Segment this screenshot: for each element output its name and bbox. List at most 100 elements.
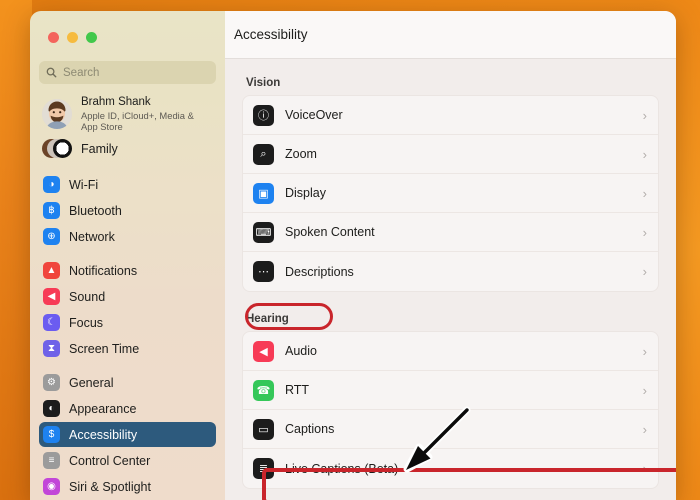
voiceover-icon: ⓘ bbox=[253, 104, 274, 126]
siri-icon: ◉ bbox=[43, 478, 60, 495]
chevron-right-icon: › bbox=[642, 107, 647, 123]
sidebar-nav: ◑ Wi-Fi ฿ Bluetooth ⊕ Network ▲ Notifications ◀ S… bbox=[30, 172, 225, 499]
chevron-right-icon: › bbox=[642, 224, 647, 240]
sidebar-item-accessibility[interactable]: $ Accessibility bbox=[39, 422, 216, 447]
sidebar-item-focus[interactable]: ☾ Focus bbox=[39, 310, 216, 335]
settings-row-label: Descriptions bbox=[285, 264, 354, 279]
display-monitor-icon: ▣ bbox=[253, 182, 274, 204]
settings-row-label: Audio bbox=[285, 344, 317, 358]
content-pane: Accessibility Vision ⓘ VoiceOver › ⌕ Zoom › ▣ Di… bbox=[225, 11, 676, 500]
settings-row-label: Spoken Content bbox=[285, 225, 375, 239]
notifications-bell-icon: ▲ bbox=[43, 262, 60, 279]
settings-row-label: VoiceOver bbox=[285, 108, 343, 122]
profile-name: Brahm Shank bbox=[81, 96, 151, 109]
sidebar-item-family[interactable]: Family bbox=[30, 135, 225, 163]
sound-speaker-icon: ◀ bbox=[43, 288, 60, 305]
sidebar-item-general[interactable]: ⚙ General bbox=[39, 370, 216, 395]
sidebar-item-label: Accessibility bbox=[69, 427, 138, 442]
chevron-right-icon: › bbox=[642, 343, 647, 359]
bluetooth-icon: ฿ bbox=[43, 202, 60, 219]
sidebar-item-label: Bluetooth bbox=[69, 203, 122, 218]
spoken-content-icon: ⌨ bbox=[253, 221, 274, 243]
sidebar-group-1: ▲ Notifications ◀ Sound ☾ Focus ⧗ Screen Time bbox=[30, 258, 225, 361]
search-input[interactable]: Search bbox=[39, 61, 216, 84]
network-globe-icon: ⊕ bbox=[43, 228, 60, 245]
sidebar-item-label: General bbox=[69, 375, 114, 390]
sidebar-item-label: Appearance bbox=[69, 401, 137, 416]
settings-row-label: Display bbox=[285, 186, 326, 200]
focus-moon-icon: ☾ bbox=[43, 314, 60, 331]
chevron-right-icon: › bbox=[642, 146, 647, 162]
settings-panel: Vision ⓘ VoiceOver › ⌕ Zoom › ▣ Display › ⌨ Spoken … bbox=[225, 59, 676, 489]
settings-row-voiceover[interactable]: ⓘ VoiceOver › bbox=[243, 96, 658, 135]
sidebar: Search Brahm Shank Apple ID, iCloud+, Me… bbox=[30, 11, 225, 500]
section-hearing: Hearing ◀ Audio › ☎ RTT › ▭ Captions › ≣ Live Capti… bbox=[242, 303, 659, 489]
accessibility-icon: $ bbox=[43, 426, 60, 443]
control-center-toggles-icon: ≡ bbox=[43, 452, 60, 469]
section-vision: Vision ⓘ VoiceOver › ⌕ Zoom › ▣ Display › ⌨ Spoken … bbox=[242, 73, 659, 292]
live-captions-icon: ≣ bbox=[253, 458, 274, 479]
section-heading: Vision bbox=[246, 77, 281, 89]
settings-row-label: Live Captions (Beta) bbox=[285, 461, 399, 476]
chevron-right-icon: › bbox=[642, 185, 647, 201]
sidebar-item-label: Siri & Spotlight bbox=[69, 479, 151, 494]
sidebar-item-label: Wi-Fi bbox=[69, 177, 99, 192]
settings-row-descriptions[interactable]: ⋯ Descriptions › bbox=[243, 252, 658, 291]
settings-card: ⓘ VoiceOver › ⌕ Zoom › ▣ Display › ⌨ Spoken Conten… bbox=[242, 95, 659, 292]
sidebar-item-label-family: Family bbox=[81, 142, 118, 156]
general-gear-icon: ⚙ bbox=[43, 374, 60, 391]
sidebar-item-notifications[interactable]: ▲ Notifications bbox=[39, 258, 216, 283]
page-title: Accessibility bbox=[234, 27, 308, 42]
apple-id-profile-row[interactable]: Brahm Shank Apple ID, iCloud+, Media & A… bbox=[30, 91, 225, 135]
settings-row-label: Zoom bbox=[285, 147, 317, 161]
minimize-button[interactable] bbox=[67, 32, 78, 43]
content-header: Accessibility bbox=[225, 11, 676, 59]
sidebar-item-appearance[interactable]: ◐ Appearance bbox=[39, 396, 216, 421]
screen-time-hourglass-icon: ⧗ bbox=[43, 340, 60, 357]
settings-row-spoken-content[interactable]: ⌨ Spoken Content › bbox=[243, 213, 658, 252]
settings-row-captions[interactable]: ▭ Captions › bbox=[243, 410, 658, 449]
sidebar-item-control-center[interactable]: ≡ Control Center bbox=[39, 448, 216, 473]
settings-row-label: Captions bbox=[285, 422, 335, 436]
settings-row-live-captions-beta[interactable]: ≣ Live Captions (Beta) › bbox=[243, 449, 658, 488]
sidebar-item-label: Notifications bbox=[69, 263, 138, 278]
sidebar-item-label: Screen Time bbox=[69, 341, 140, 356]
sidebar-item-label: Control Center bbox=[69, 453, 151, 468]
chevron-right-icon: › bbox=[642, 421, 647, 437]
sidebar-item-wi-fi[interactable]: ◑ Wi-Fi bbox=[39, 172, 216, 197]
sidebar-item-siri-spotlight[interactable]: ◉ Siri & Spotlight bbox=[39, 474, 216, 499]
descriptions-icon: ⋯ bbox=[253, 261, 274, 282]
zoom-button[interactable] bbox=[86, 32, 97, 43]
rtt-icon: ☎ bbox=[253, 379, 274, 401]
search-icon bbox=[46, 67, 57, 78]
sidebar-item-network[interactable]: ⊕ Network bbox=[39, 224, 216, 249]
sidebar-item-screen-time[interactable]: ⧗ Screen Time bbox=[39, 336, 216, 361]
profile-subtitle: Apple ID, iCloud+, Media & App Store bbox=[81, 109, 194, 132]
settings-row-display[interactable]: ▣ Display › bbox=[243, 174, 658, 213]
settings-row-audio[interactable]: ◀ Audio › bbox=[243, 332, 658, 371]
wifi-icon: ◑ bbox=[43, 176, 60, 193]
audio-speaker-icon: ◀ bbox=[253, 340, 274, 362]
sidebar-item-sound[interactable]: ◀ Sound bbox=[39, 284, 216, 309]
zoom-magnifier-icon: ⌕ bbox=[253, 143, 274, 165]
family-avatars-icon bbox=[42, 138, 72, 160]
system-settings-window: Search Brahm Shank Apple ID, iCloud+, Me… bbox=[30, 11, 676, 500]
settings-row-rtt[interactable]: ☎ RTT › bbox=[243, 371, 658, 410]
sidebar-item-label: Sound bbox=[69, 289, 106, 304]
section-heading: Hearing bbox=[246, 313, 289, 325]
settings-row-zoom[interactable]: ⌕ Zoom › bbox=[243, 135, 658, 174]
appearance-contrast-icon: ◐ bbox=[43, 400, 60, 417]
search-placeholder: Search bbox=[63, 66, 100, 79]
sidebar-item-label: Network bbox=[69, 229, 115, 244]
chevron-right-icon: › bbox=[642, 382, 647, 398]
settings-row-label: RTT bbox=[285, 383, 310, 397]
sidebar-group-0: ◑ Wi-Fi ฿ Bluetooth ⊕ Network bbox=[30, 172, 225, 249]
sidebar-item-label: Focus bbox=[69, 315, 104, 330]
sidebar-group-2: ⚙ General ◐ Appearance $ Accessibility ≡ Contro… bbox=[30, 370, 225, 499]
sidebar-item-bluetooth[interactable]: ฿ Bluetooth bbox=[39, 198, 216, 223]
chevron-right-icon: › bbox=[642, 461, 647, 476]
close-button[interactable] bbox=[48, 32, 59, 43]
window-controls bbox=[48, 32, 97, 43]
settings-card: ◀ Audio › ☎ RTT › ▭ Captions › ≣ Live Captions (Be… bbox=[242, 331, 659, 489]
captions-icon: ▭ bbox=[253, 418, 274, 440]
